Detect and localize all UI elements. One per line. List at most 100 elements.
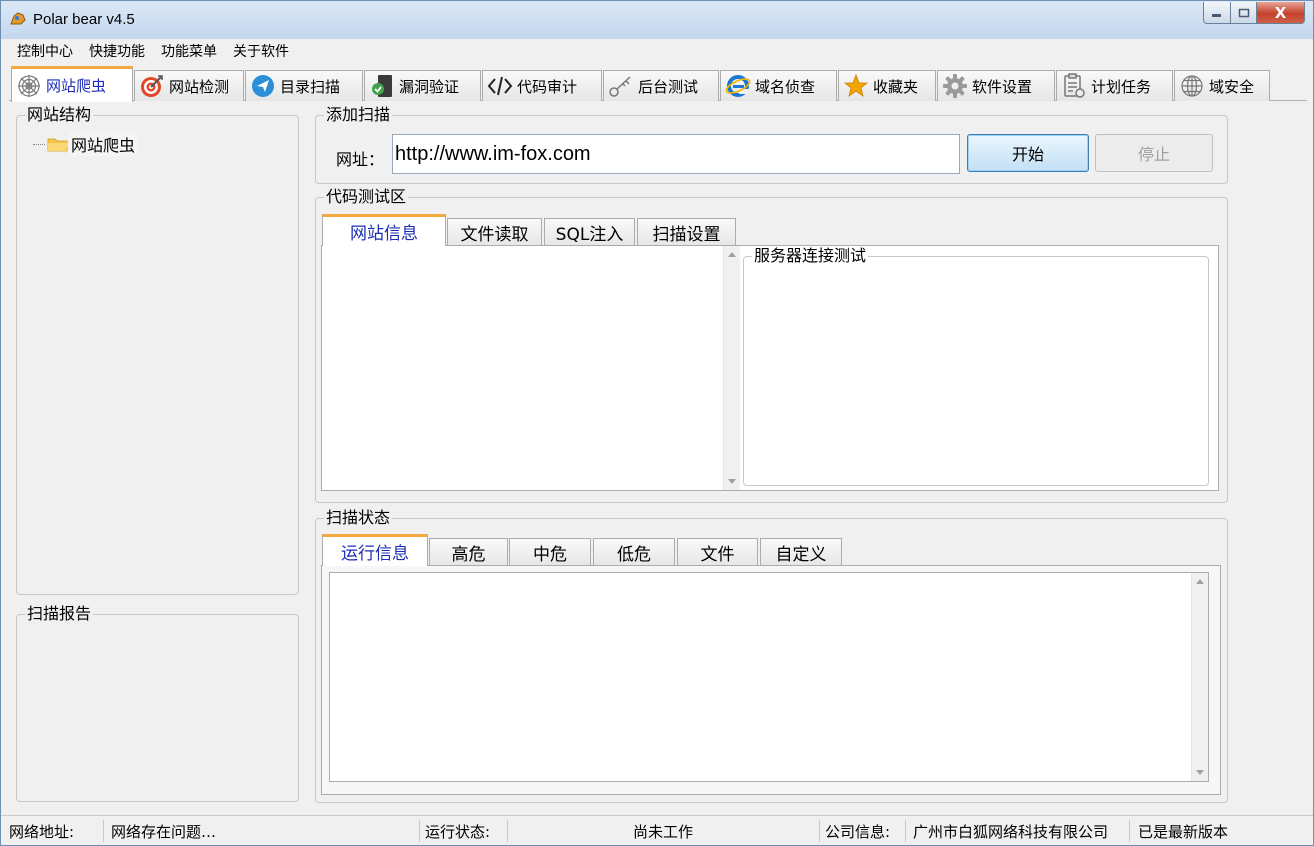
site-info-panel: 服务器连接测试	[321, 245, 1219, 491]
status-run-value: 尚未工作	[633, 823, 694, 841]
main-tab-strip: 网站爬虫 网站检测 目录扫描 漏洞验证 代码审计 后台测试 域名侦查 收藏夹 软…	[9, 65, 1307, 102]
tab-favorites[interactable]: 收藏夹	[838, 70, 936, 101]
status-divider	[819, 820, 820, 842]
subtab-file-read[interactable]: 文件读取	[447, 218, 542, 246]
minimize-button[interactable]	[1203, 2, 1231, 24]
tab-site-detection[interactable]: 网站检测	[134, 70, 244, 101]
site-info-scrollbar[interactable]	[723, 246, 740, 490]
tree-node-root[interactable]: 网站爬虫	[33, 132, 138, 156]
tab-web-crawler-label: 网站爬虫	[46, 77, 107, 95]
tab-code-audit[interactable]: 代码审计	[482, 70, 602, 101]
scroll-up-icon[interactable]	[1196, 579, 1204, 584]
tab-directory-scan-label: 目录扫描	[280, 77, 341, 96]
server-connection-title: 服务器连接测试	[752, 246, 869, 266]
url-label: 网址：	[336, 150, 385, 169]
scroll-down-icon[interactable]	[1196, 770, 1204, 775]
server-connection-group: 服务器连接测试	[743, 246, 1209, 486]
tab-directory-scan[interactable]: 目录扫描	[245, 70, 363, 101]
scroll-down-icon[interactable]	[728, 479, 736, 484]
status-divider	[905, 820, 906, 842]
gear-icon	[942, 73, 968, 99]
close-button[interactable]: X	[1257, 2, 1305, 24]
subtab-run-info[interactable]: 运行信息	[322, 534, 428, 566]
site-structure-group: 网站结构 网站爬虫	[16, 105, 299, 595]
scan-report-group: 扫描报告	[16, 604, 299, 802]
title-bar[interactable]: Polar bear v4.5 X	[1, 1, 1313, 39]
app-window: Polar bear v4.5 X 控制中心 快捷功能 功能菜单 关于软件 网站…	[0, 0, 1314, 846]
status-version: 已是最新版本	[1138, 823, 1229, 841]
tab-vuln-verify[interactable]: 漏洞验证	[364, 70, 481, 101]
subtab-scan-settings[interactable]: 扫描设置	[637, 218, 736, 246]
globe-icon	[1179, 73, 1205, 99]
tab-software-settings-label: 软件设置	[972, 77, 1033, 96]
window-controls: X	[1203, 2, 1305, 24]
star-icon	[843, 73, 869, 99]
subtab-files[interactable]: 文件	[677, 538, 758, 566]
tab-vuln-verify-label: 漏洞验证	[399, 77, 460, 96]
subtab-medium-risk[interactable]: 中危	[509, 538, 591, 566]
status-run-label: 运行状态:	[425, 823, 491, 841]
status-bar: 网络地址: 网络存在问题… 运行状态: 尚未工作 公司信息: 广州市白狐网络科技…	[1, 815, 1313, 845]
site-info-textarea[interactable]	[322, 246, 740, 490]
code-brackets-icon	[487, 73, 513, 99]
status-company-value: 广州市白狐网络科技有限公司	[913, 823, 1109, 841]
tab-admin-test-label: 后台测试	[638, 77, 699, 96]
subtab-custom[interactable]: 自定义	[760, 538, 842, 566]
status-company-label: 公司信息:	[825, 823, 891, 841]
tab-site-detection-label: 网站检测	[169, 77, 230, 96]
scan-status-group: 扫描状态 运行信息 高危 中危 低危 文件 自定义	[315, 508, 1228, 803]
subtab-sql-injection[interactable]: SQL注入	[544, 218, 635, 246]
add-scan-group: 添加扫描 网址： 开始 停止	[315, 105, 1228, 184]
run-info-panel	[321, 565, 1221, 795]
tab-domain-recon[interactable]: 域名侦查	[720, 70, 837, 101]
menu-about[interactable]: 关于软件	[225, 39, 297, 63]
scroll-up-icon[interactable]	[728, 252, 736, 257]
tab-domain-security-label: 域安全	[1209, 77, 1255, 96]
folder-icon	[47, 135, 69, 153]
tree-root-label: 网站爬虫	[69, 132, 138, 156]
polar-bear-app-icon	[9, 11, 27, 27]
status-divider	[419, 820, 420, 842]
menu-function-menu[interactable]: 功能菜单	[153, 39, 225, 63]
stop-button[interactable]: 停止	[1095, 134, 1213, 172]
run-info-scrollbar[interactable]	[1191, 573, 1208, 781]
tab-domain-security[interactable]: 域安全	[1174, 70, 1270, 101]
code-test-group: 代码测试区 网站信息 文件读取 SQL注入 扫描设置 服务器连接测试	[315, 187, 1228, 503]
maximize-icon	[1238, 8, 1249, 17]
tab-scheduled-tasks-label: 计划任务	[1091, 77, 1152, 96]
tab-web-crawler[interactable]: 网站爬虫	[11, 66, 133, 102]
tab-software-settings[interactable]: 软件设置	[937, 70, 1055, 101]
start-button[interactable]: 开始	[967, 134, 1089, 172]
scan-status-title: 扫描状态	[324, 508, 393, 528]
url-input[interactable]	[392, 134, 960, 174]
clipboard-icon	[1061, 73, 1087, 99]
spider-web-icon	[16, 73, 42, 99]
menu-control-center[interactable]: 控制中心	[9, 39, 81, 63]
tab-code-audit-label: 代码审计	[517, 77, 578, 96]
paper-plane-icon	[250, 73, 276, 99]
status-divider	[1129, 820, 1130, 842]
menu-quick-functions[interactable]: 快捷功能	[81, 39, 153, 63]
key-icon	[608, 73, 634, 99]
subtab-site-info[interactable]: 网站信息	[322, 214, 446, 246]
code-test-title: 代码测试区	[324, 187, 409, 207]
subtab-low-risk[interactable]: 低危	[593, 538, 675, 566]
tree-line	[33, 143, 45, 145]
window-title: Polar bear v4.5	[33, 11, 135, 28]
status-net-label: 网络地址:	[9, 823, 75, 841]
tab-domain-recon-label: 域名侦查	[755, 77, 816, 96]
subtab-high-risk[interactable]: 高危	[429, 538, 508, 566]
maximize-button[interactable]	[1231, 2, 1257, 24]
status-net-value: 网络存在问题…	[111, 823, 217, 841]
status-divider	[507, 820, 508, 842]
internet-explorer-icon	[725, 73, 751, 99]
tab-scheduled-tasks[interactable]: 计划任务	[1056, 70, 1173, 101]
tab-admin-test[interactable]: 后台测试	[603, 70, 719, 101]
target-icon	[139, 73, 165, 99]
site-structure-title: 网站结构	[25, 105, 94, 125]
run-info-textarea[interactable]	[329, 572, 1209, 782]
tab-favorites-label: 收藏夹	[873, 77, 919, 96]
minimize-icon	[1212, 13, 1221, 17]
shield-check-icon	[369, 73, 395, 99]
add-scan-title: 添加扫描	[324, 105, 393, 125]
